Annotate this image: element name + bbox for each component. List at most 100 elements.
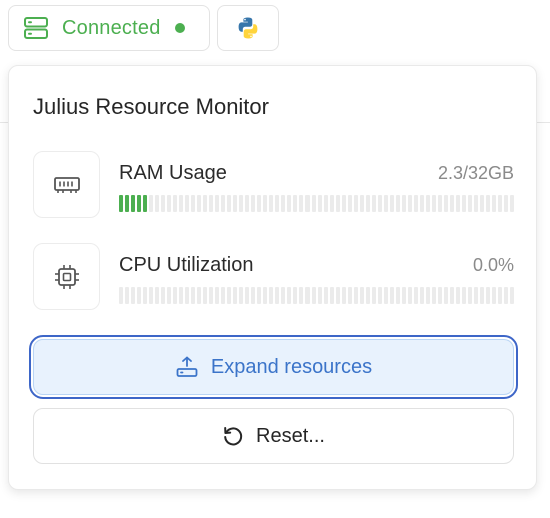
ram-usage-row: RAM Usage 2.3/32GB xyxy=(33,151,514,219)
usage-bar-segment xyxy=(275,287,280,304)
usage-bar-segment xyxy=(419,287,424,304)
reset-label: Reset... xyxy=(256,424,325,447)
usage-bar-segment xyxy=(485,195,490,212)
usage-bar-segment xyxy=(269,195,274,212)
usage-bar-segment xyxy=(293,195,298,212)
usage-bar-segment xyxy=(473,287,478,304)
usage-bar-segment xyxy=(125,287,130,304)
usage-bar-segment xyxy=(293,287,298,304)
usage-bar-segment xyxy=(245,195,250,212)
usage-bar-segment xyxy=(155,287,160,304)
usage-bar-segment xyxy=(311,195,316,212)
usage-bar-segment xyxy=(197,287,202,304)
expand-resources-label: Expand resources xyxy=(210,355,373,378)
usage-bar-segment xyxy=(371,287,376,304)
usage-bar-segment xyxy=(239,287,244,304)
connection-status-dot xyxy=(174,23,185,33)
usage-bar-segment xyxy=(443,287,448,304)
reset-icon xyxy=(222,425,244,447)
usage-bar-segment xyxy=(221,195,226,212)
cpu-utilization-bar xyxy=(119,287,514,304)
reset-button[interactable]: Reset... xyxy=(33,408,514,464)
usage-bar-segment xyxy=(209,195,214,212)
usage-bar-segment xyxy=(227,195,232,212)
usage-bar-segment xyxy=(443,195,448,212)
usage-bar-segment xyxy=(179,287,184,304)
usage-bar-segment xyxy=(389,287,394,304)
usage-bar-segment xyxy=(185,287,190,304)
usage-bar-segment xyxy=(437,287,442,304)
usage-bar-segment xyxy=(275,195,280,212)
usage-bar-segment xyxy=(389,195,394,212)
usage-bar-segment xyxy=(227,287,232,304)
usage-bar-segment xyxy=(167,195,172,212)
usage-bar-segment xyxy=(323,287,328,304)
usage-bar-segment xyxy=(407,195,412,212)
usage-bar-segment xyxy=(413,195,418,212)
usage-bar-segment xyxy=(347,287,352,304)
usage-bar-segment xyxy=(155,195,160,212)
usage-bar-segment xyxy=(161,287,166,304)
connection-status-button[interactable]: Connected xyxy=(8,5,210,51)
panel-title: Julius Resource Monitor xyxy=(33,94,269,119)
usage-bar-segment xyxy=(173,195,178,212)
usage-bar-segment xyxy=(209,287,214,304)
usage-bar-segment xyxy=(510,287,514,304)
cpu-icon-box xyxy=(33,243,100,310)
usage-bar-segment xyxy=(203,195,208,212)
usage-bar-segment xyxy=(461,195,466,212)
usage-bar-segment xyxy=(365,287,370,304)
usage-bar-segment xyxy=(335,287,340,304)
usage-bar-segment xyxy=(257,195,262,212)
usage-bar-segment xyxy=(491,195,496,212)
usage-bar-segment xyxy=(395,287,400,304)
usage-bar-segment xyxy=(479,287,484,304)
usage-bar-segment xyxy=(497,195,502,212)
usage-bar-segment xyxy=(161,195,166,212)
usage-bar-segment xyxy=(149,287,154,304)
usage-bar-segment xyxy=(179,195,184,212)
usage-bar-segment xyxy=(167,287,172,304)
memory-icon xyxy=(53,175,81,195)
usage-bar-segment xyxy=(143,287,148,304)
usage-bar-segment xyxy=(353,287,358,304)
usage-bar-segment xyxy=(353,195,358,212)
usage-bar-segment xyxy=(497,287,502,304)
usage-bar-segment xyxy=(425,195,430,212)
usage-bar-segment xyxy=(119,195,124,212)
kernel-language-button[interactable] xyxy=(217,5,279,51)
expand-resources-button[interactable]: Expand resources xyxy=(29,335,518,399)
usage-bar-segment xyxy=(329,195,334,212)
usage-bar-segment xyxy=(449,287,454,304)
usage-bar-segment xyxy=(287,287,292,304)
usage-bar-segment xyxy=(467,195,472,212)
usage-bar-segment xyxy=(305,287,310,304)
usage-bar-segment xyxy=(269,287,274,304)
usage-bar-segment xyxy=(341,287,346,304)
usage-bar-segment xyxy=(329,287,334,304)
usage-bar-segment xyxy=(413,287,418,304)
usage-bar-segment xyxy=(449,195,454,212)
usage-bar-segment xyxy=(263,195,268,212)
usage-bar-segment xyxy=(137,195,142,212)
usage-bar-segment xyxy=(485,287,490,304)
usage-bar-segment xyxy=(383,287,388,304)
top-toolbar: Connected xyxy=(0,0,550,62)
usage-bar-segment xyxy=(359,195,364,212)
usage-bar-segment xyxy=(197,195,202,212)
usage-bar-segment xyxy=(461,287,466,304)
usage-bar-segment xyxy=(383,195,388,212)
usage-bar-segment xyxy=(317,195,322,212)
usage-bar-segment xyxy=(239,195,244,212)
python-icon xyxy=(236,16,260,40)
usage-bar-segment xyxy=(125,195,130,212)
resource-monitor-panel: Julius Resource Monitor RAM Usage 2.3/32… xyxy=(8,65,537,490)
usage-bar-segment xyxy=(377,287,382,304)
usage-bar-segment xyxy=(510,195,514,212)
usage-bar-segment xyxy=(185,195,190,212)
usage-bar-segment xyxy=(143,195,148,212)
usage-bar-segment xyxy=(504,287,509,304)
usage-bar-segment xyxy=(233,195,238,212)
usage-bar-segment xyxy=(419,195,424,212)
usage-bar-segment xyxy=(401,287,406,304)
